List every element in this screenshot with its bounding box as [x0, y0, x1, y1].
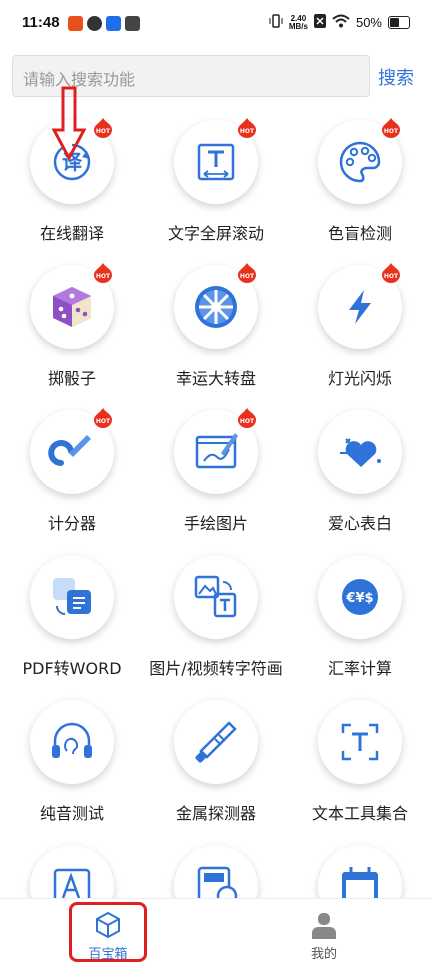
- bottom-nav: 百宝箱 我的: [0, 898, 432, 965]
- hot-badge-icon: HOT: [238, 263, 256, 283]
- tool-label: 幸运大转盘: [175, 369, 256, 388]
- battery-icon: [388, 16, 410, 29]
- wheel-icon: [195, 286, 237, 328]
- tool-icon-circle: [318, 410, 402, 494]
- headphone-icon: [52, 722, 92, 758]
- counter-icon: [48, 435, 91, 466]
- sim-icon: [313, 14, 326, 31]
- tool-label: 手绘图片: [183, 514, 248, 533]
- tool-score-counter[interactable]: HOT 计分器: [0, 398, 144, 543]
- svg-text:HOT: HOT: [96, 273, 111, 280]
- tool-text-tools[interactable]: 文本工具集合: [288, 688, 432, 833]
- svg-text:HOT: HOT: [240, 273, 255, 280]
- tool-icon-circle: €¥$: [318, 555, 402, 639]
- tool-icon-circle: [174, 845, 258, 898]
- vibrate-icon: [269, 14, 283, 31]
- svg-text:€¥$: €¥$: [345, 591, 373, 606]
- svg-text:HOT: HOT: [240, 128, 255, 135]
- tool-icon-circle: [30, 700, 114, 784]
- tool-label: 纯音测试: [39, 804, 104, 823]
- tool-tone-test[interactable]: 纯音测试: [0, 688, 144, 833]
- tool-icon-circle: [174, 555, 258, 639]
- calculator-icon: [197, 866, 238, 898]
- tool-label: 灯光闪烁: [327, 369, 392, 388]
- heart-icon: [340, 438, 381, 467]
- tool-icon-circle: [174, 700, 258, 784]
- tool-text-scroll[interactable]: HOT 文字全屏滚动: [144, 108, 288, 253]
- text-tools-icon: [341, 723, 379, 761]
- tool-label: 掷骰子: [47, 369, 96, 388]
- tool-label: 在线翻译: [39, 224, 104, 243]
- hot-badge-icon: HOT: [94, 263, 112, 283]
- notification-icon-app1: [68, 16, 83, 31]
- tool-metal-detector[interactable]: 金属探测器: [144, 688, 288, 833]
- hot-badge-icon: HOT: [382, 118, 400, 138]
- lightning-icon: [349, 290, 371, 324]
- tool-label: 色盲检测: [327, 224, 392, 243]
- notification-icon-app3: [106, 16, 121, 31]
- dice-icon: [53, 287, 91, 327]
- pdf-convert-icon: [53, 578, 91, 615]
- tool-partial-1[interactable]: [0, 833, 144, 898]
- font-icon: [53, 868, 91, 898]
- metal-detector-icon: [195, 721, 237, 763]
- wifi-icon: [332, 14, 350, 31]
- clock: 11:48: [22, 14, 60, 31]
- calendar-icon: [342, 867, 378, 898]
- tool-partial-2[interactable]: [144, 833, 288, 898]
- drawing-icon: [195, 433, 238, 469]
- status-right: 2.40 MB/s 50%: [269, 14, 410, 31]
- tool-dice[interactable]: HOT 掷骰子: [0, 253, 144, 398]
- hot-badge-icon: HOT: [94, 408, 112, 428]
- tool-label: 金属探测器: [175, 804, 256, 823]
- image-to-text-icon: [194, 575, 237, 618]
- tool-colorblind-test[interactable]: HOT 色盲检测: [288, 108, 432, 253]
- hot-badge-icon: HOT: [94, 118, 112, 138]
- tool-icon-circle: [318, 700, 402, 784]
- tool-hand-drawing[interactable]: HOT 手绘图片: [144, 398, 288, 543]
- annotation-arrow-icon: [52, 86, 86, 160]
- hot-badge-icon: HOT: [238, 118, 256, 138]
- tool-lucky-wheel[interactable]: HOT 幸运大转盘: [144, 253, 288, 398]
- tool-label: 计分器: [47, 514, 96, 533]
- notification-icon-app4: [125, 16, 140, 31]
- tool-light-flash[interactable]: HOT 灯光闪烁: [288, 253, 432, 398]
- user-icon: [312, 913, 336, 939]
- tool-label: 图片/视频转字符画: [149, 659, 283, 678]
- tool-label: PDF转WORD: [22, 659, 122, 678]
- tool-label: 汇率计算: [327, 659, 392, 678]
- tool-exchange-rate[interactable]: €¥$ 汇率计算: [288, 543, 432, 688]
- svg-text:HOT: HOT: [96, 418, 111, 425]
- hot-badge-icon: HOT: [238, 408, 256, 428]
- tool-image-video-to-ascii[interactable]: 图片/视频转字符画: [144, 543, 288, 688]
- status-bar: 11:48 2.40 MB/s 50%: [0, 0, 432, 50]
- currency-icon: €¥$: [342, 579, 378, 615]
- text-scroll-icon: [197, 143, 235, 181]
- tool-label: 文字全屏滚动: [167, 224, 264, 243]
- tool-icon-circle: [30, 845, 114, 898]
- tool-partial-3[interactable]: [288, 833, 432, 898]
- tab-mine-label: 我的: [310, 947, 337, 962]
- svg-text:HOT: HOT: [384, 273, 399, 280]
- tool-label: 文本工具集合: [311, 804, 408, 823]
- annotation-highlight-box: [69, 902, 147, 962]
- svg-text:HOT: HOT: [384, 128, 399, 135]
- svg-text:HOT: HOT: [96, 128, 111, 135]
- tool-icon-circle: [30, 555, 114, 639]
- battery-percent: 50%: [355, 15, 382, 30]
- hot-badge-icon: HOT: [382, 263, 400, 283]
- tool-pdf-to-word[interactable]: PDF转WORD: [0, 543, 144, 688]
- tool-label: 爱心表白: [327, 514, 392, 533]
- search-button[interactable]: 搜索: [378, 64, 414, 90]
- palette-icon: [339, 141, 381, 183]
- tool-icon-circle: [318, 845, 402, 898]
- tool-love-confession[interactable]: 爱心表白: [288, 398, 432, 543]
- notification-icon-app2: [87, 16, 102, 31]
- svg-text:HOT: HOT: [240, 418, 255, 425]
- tab-mine[interactable]: 我的: [254, 899, 394, 965]
- tool-grid: 译 HOT 在线翻译 HOT 文字全屏滚动 HOT 色盲检测 HOT 掷骰子 H…: [0, 108, 432, 898]
- network-speed: 2.40 MB/s: [288, 13, 308, 31]
